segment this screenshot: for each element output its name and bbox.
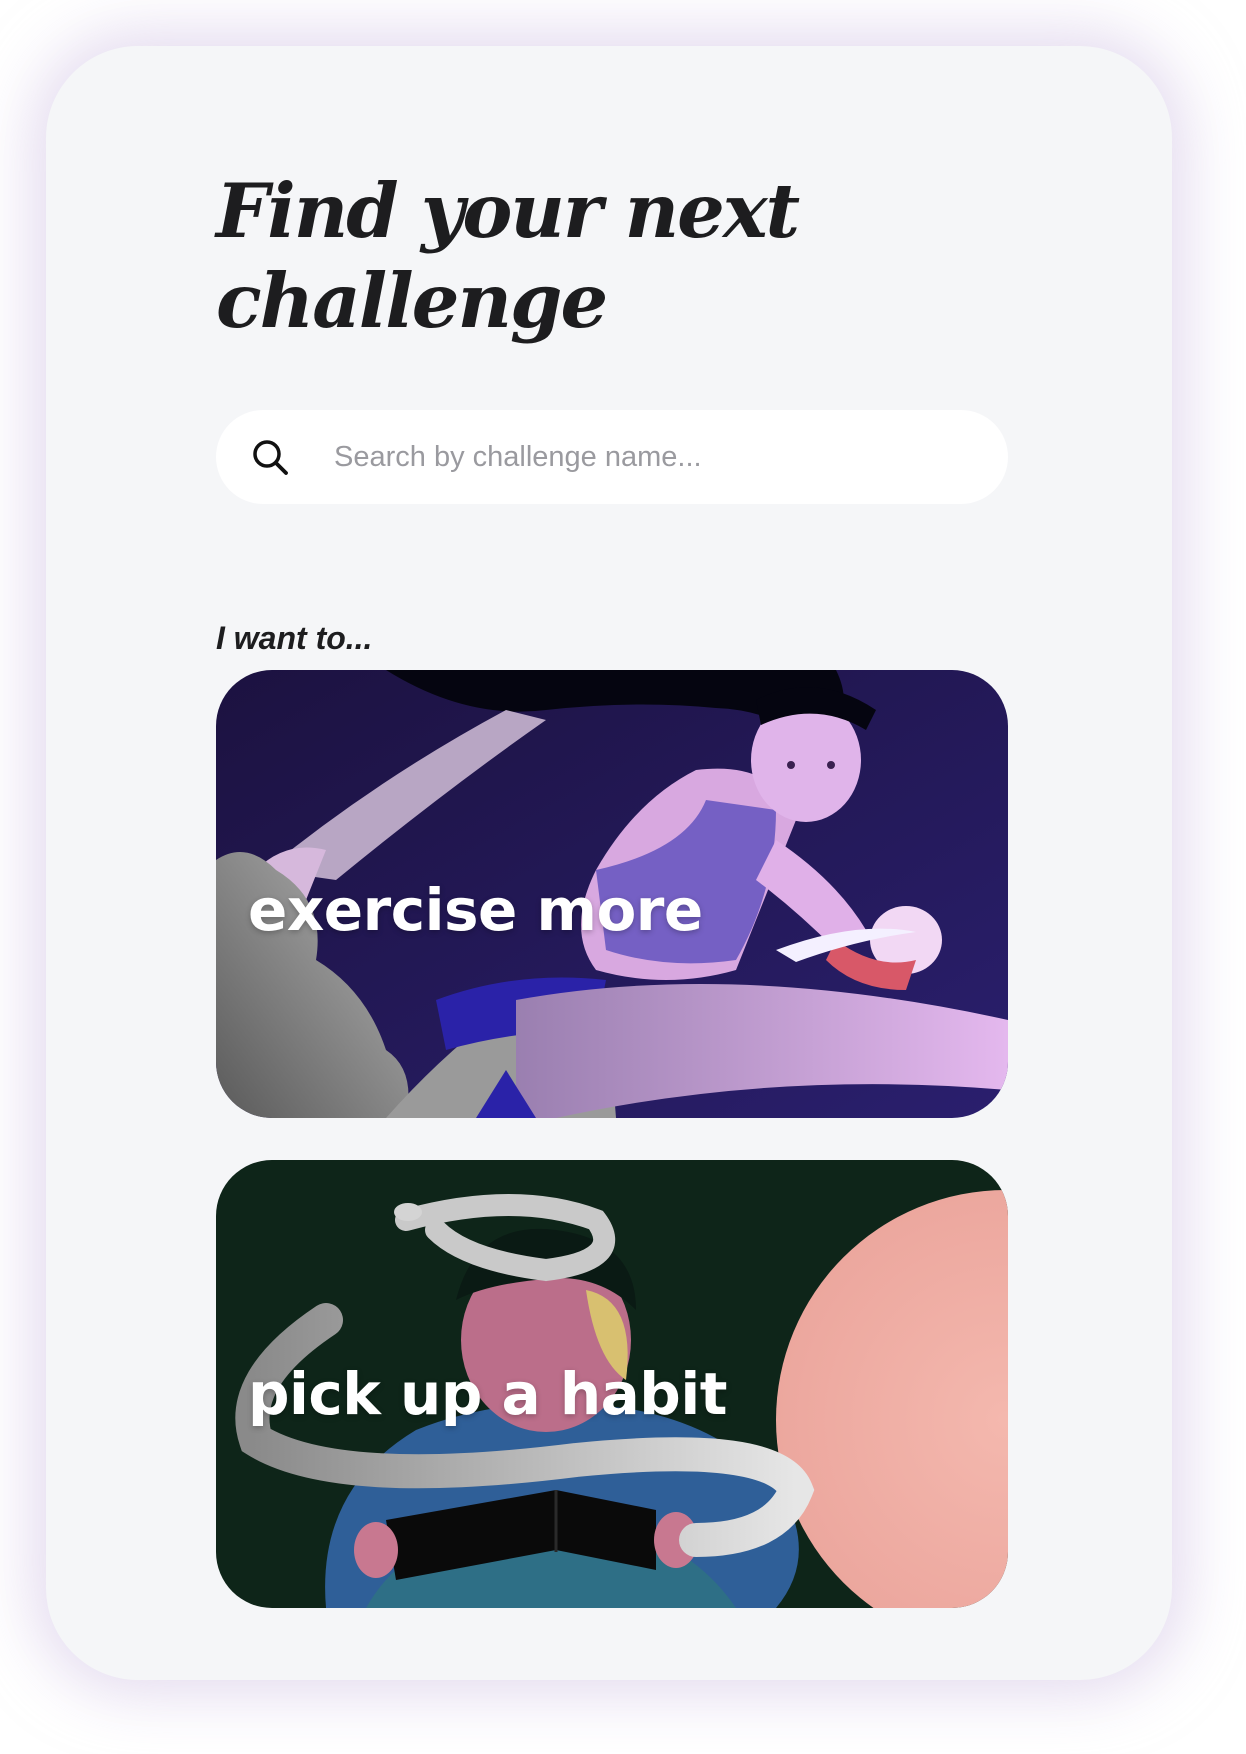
search-icon[interactable] [250,437,290,477]
page-title: Find your next challenge [216,166,976,346]
search-input[interactable] [334,432,974,482]
card-label-pick-up-habit: pick up a habit [248,1360,727,1428]
section-label: I want to... [216,620,373,656]
app-screen: Find your next challenge I want to... [46,46,1172,1680]
page-title-line-1: Find your next [216,167,800,255]
search-bar[interactable] [216,410,1008,504]
challenge-card-pick-up-habit[interactable]: pick up a habit [216,1160,1008,1608]
challenge-card-exercise-more[interactable]: exercise more [216,670,1008,1118]
card-label-exercise-more: exercise more [248,876,703,944]
page-title-line-2: challenge [216,257,608,345]
